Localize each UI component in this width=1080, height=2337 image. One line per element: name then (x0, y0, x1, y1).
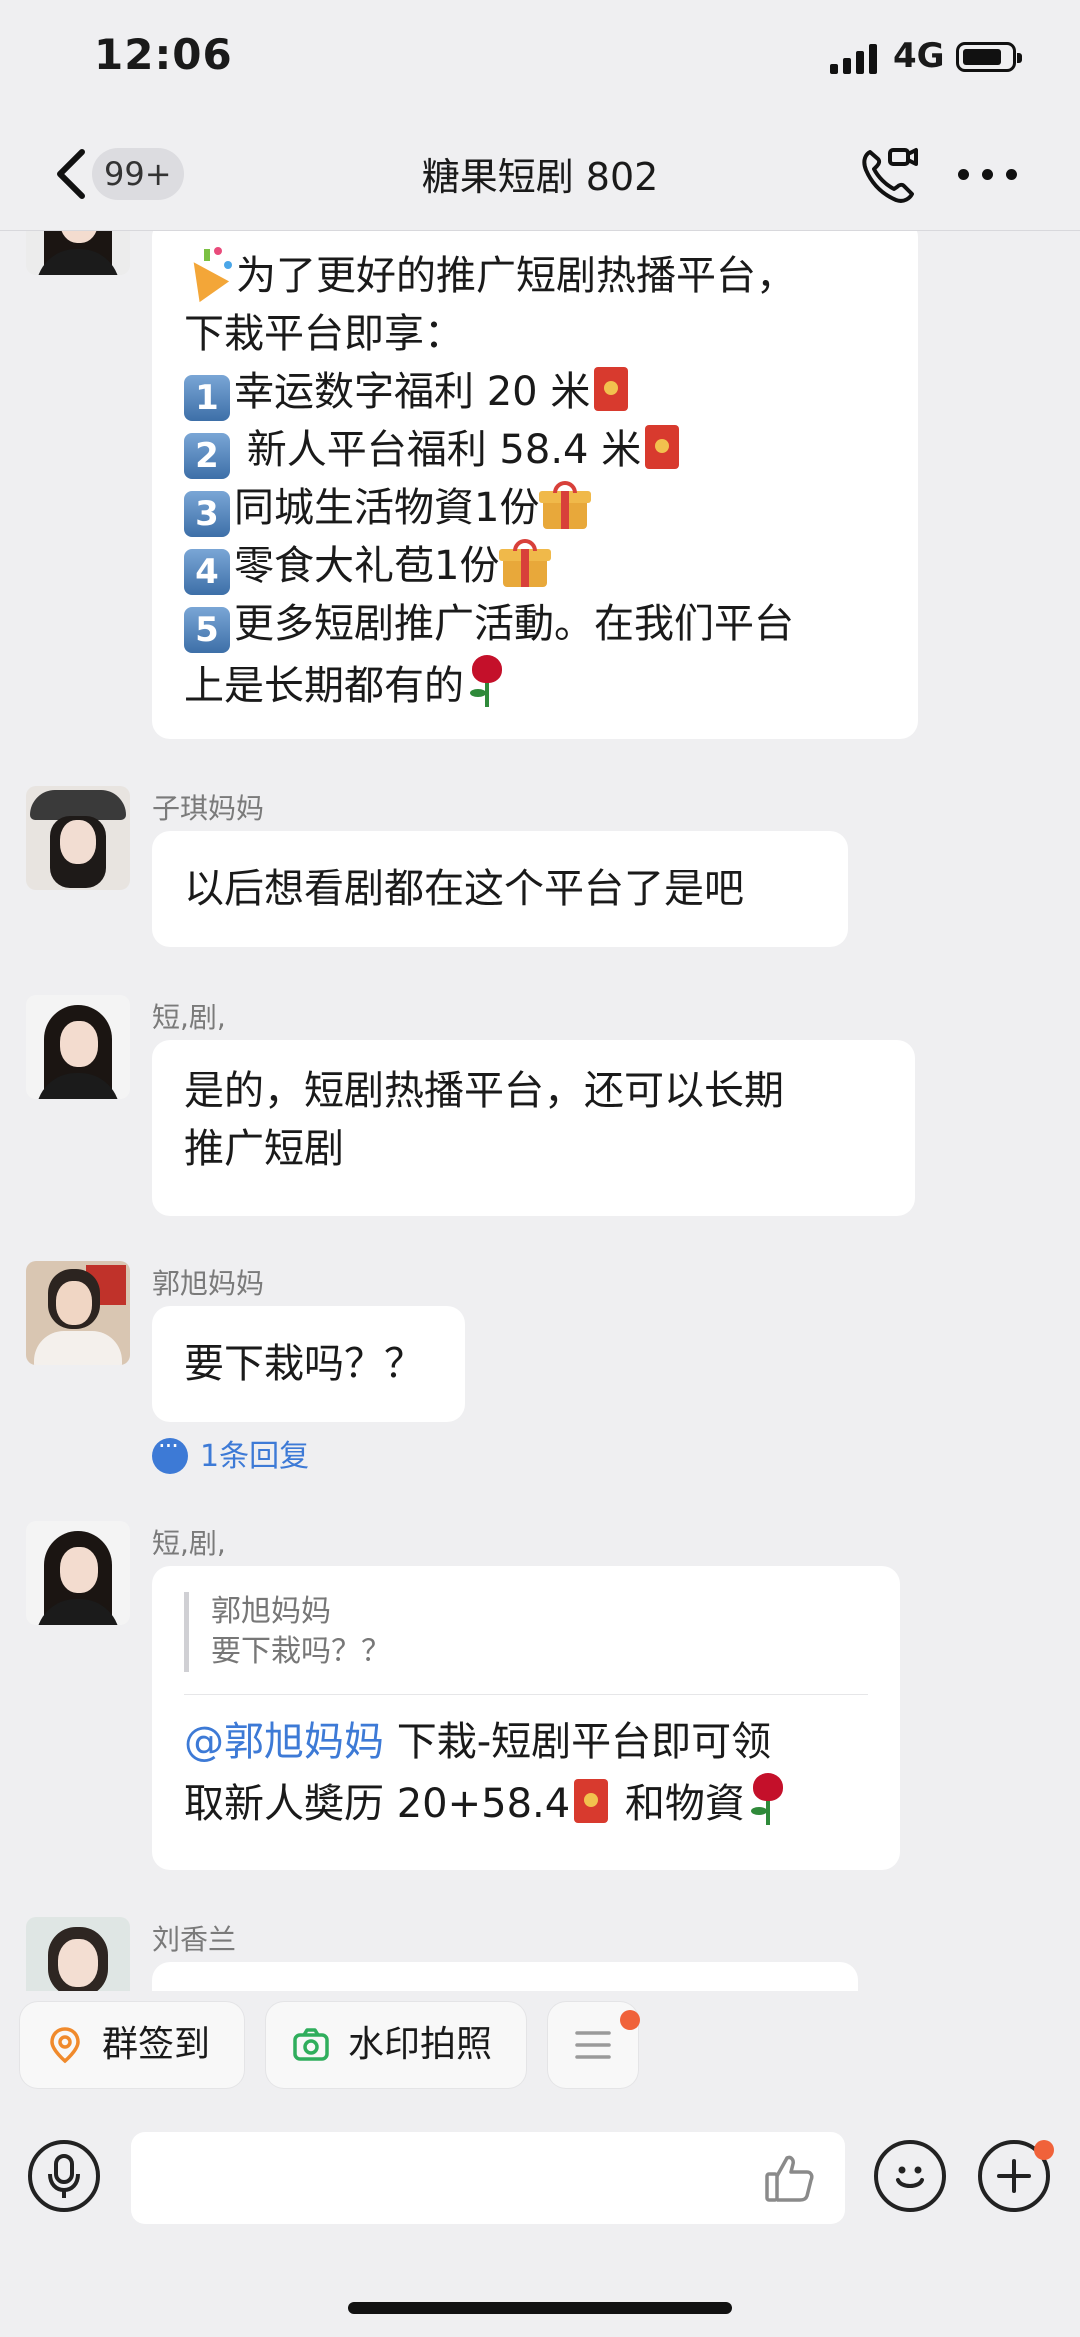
message-text: 下栽平台即享： (184, 311, 464, 357)
plus-icon (997, 2159, 1031, 2193)
status-time: 12:06 (94, 30, 233, 79)
quoted-message[interactable]: 郭旭妈妈 要下栽吗？？ (184, 1592, 868, 1672)
gift-icon (539, 481, 592, 529)
message-bubble[interactable]: 是的，短剧热播平台，还可以长期 推广短剧 (152, 1040, 915, 1216)
quote-divider (184, 1694, 868, 1695)
video-call-icon[interactable] (856, 142, 920, 206)
message-text: 和物資 (612, 1781, 745, 1827)
quick-action-label: 水印拍照 (348, 2024, 493, 2065)
quoted-text: 要下栽吗？？ (211, 1634, 391, 1669)
message-text: 是的，短剧热播平台，还可以长期 (184, 1068, 784, 1114)
red-envelope-icon (574, 1779, 609, 1823)
message-bubble[interactable]: 要下栽吗？？ (152, 1306, 465, 1422)
notification-dot (1034, 2140, 1054, 2160)
gift-icon (499, 539, 552, 587)
smiley-icon (896, 2166, 924, 2188)
keycap-3-icon: 3 (184, 491, 230, 537)
sender-name: 短,剧, (152, 1001, 226, 1034)
microphone-icon (48, 2154, 80, 2198)
red-envelope-icon (645, 425, 680, 469)
message-input[interactable] (131, 2132, 845, 2224)
keycap-1-icon: 1 (184, 375, 230, 421)
message-bubble[interactable]: 以后想看剧都在这个平台了是吧 (152, 831, 848, 947)
message-text: 上是长期都有的 (184, 663, 464, 709)
message-text: 下栽-短剧平台即可领 (384, 1719, 772, 1765)
message-text: 推广短剧 (184, 1126, 344, 1172)
rose-icon (464, 653, 508, 709)
notification-dot (620, 2010, 640, 2030)
message-text: 幸运数字福利 20 米 (234, 369, 591, 415)
emoji-button[interactable] (874, 2140, 946, 2212)
keycap-2-icon: 2 (184, 433, 230, 479)
message-text: 同城生活物資1份 (234, 485, 540, 531)
sender-name: 刘香兰 (152, 1923, 237, 1956)
group-check-in-button[interactable]: 群签到 (20, 2002, 244, 2088)
avatar[interactable] (26, 786, 130, 890)
voice-input-button[interactable] (28, 2140, 100, 2212)
keycap-4-icon: 4 (184, 549, 230, 595)
message-text: 新人平台福利 58.4 米 (234, 427, 642, 473)
party-popper-icon (178, 245, 236, 303)
thumbs-up-icon[interactable] (763, 2152, 815, 2204)
menu-lines-icon (575, 2031, 611, 2059)
message-bubble[interactable]: 郭旭妈妈 要下栽吗？？ @郭旭妈妈 下栽-短剧平台即可领 取新人奬历 20+58… (152, 1566, 900, 1870)
message-bubble[interactable] (152, 1962, 858, 1991)
battery-icon (956, 42, 1022, 72)
avatar[interactable] (26, 995, 130, 1099)
signal-icon (830, 44, 878, 74)
message-list[interactable]: 为了更好的推广短剧热播平台， 下栽平台即享： 1 幸运数字福利 20 米 2 新人… (0, 231, 1080, 1991)
message-text: 更多短剧推广活動。在我们平台 (234, 601, 794, 647)
avatar[interactable] (26, 231, 130, 275)
quick-action-label: 群签到 (102, 2024, 211, 2065)
home-indicator[interactable] (348, 2302, 732, 2314)
reply-count: 1条回复 (200, 1439, 310, 1474)
keycap-5-icon: 5 (184, 607, 230, 653)
camera-icon (293, 2028, 329, 2061)
mention-link[interactable]: @郭旭妈妈 (184, 1719, 384, 1765)
location-pin-icon (50, 2027, 80, 2064)
avatar[interactable] (26, 1261, 130, 1365)
network-type: 4G (893, 36, 945, 76)
message-text: 零食大礼苞1份 (234, 543, 500, 589)
message-text: 取新人奬历 20+58.4 (184, 1781, 571, 1827)
message-text: 为了更好的推广短剧热播平台， (236, 253, 796, 299)
sender-name: 郭旭妈妈 (152, 1267, 265, 1300)
quoted-sender: 郭旭妈妈 (211, 1594, 331, 1629)
chat-header: 99+ 糖果短剧 802 (0, 120, 1080, 231)
message-text: 以后想看剧都在这个平台了是吧 (184, 866, 744, 912)
avatar[interactable] (26, 1521, 130, 1625)
message-text: 要下栽吗？？ (184, 1341, 424, 1387)
avatar[interactable] (26, 1917, 130, 1991)
message-bubble[interactable]: 为了更好的推广短剧热播平台， 下栽平台即享： 1 幸运数字福利 20 米 2 新人… (152, 231, 918, 739)
red-envelope-icon (594, 367, 629, 411)
status-bar: 12:06 4G (0, 0, 1080, 120)
more-options-icon[interactable] (958, 164, 1020, 184)
thread-replies-link[interactable]: 1条回复 (152, 1431, 309, 1475)
rose-icon (745, 1771, 789, 1827)
sender-name: 短,剧, (152, 1527, 226, 1560)
sender-name: 子琪妈妈 (152, 792, 265, 825)
watermark-photo-button[interactable]: 水印拍照 (266, 2002, 526, 2088)
chat-bubble-icon (152, 1432, 188, 1474)
